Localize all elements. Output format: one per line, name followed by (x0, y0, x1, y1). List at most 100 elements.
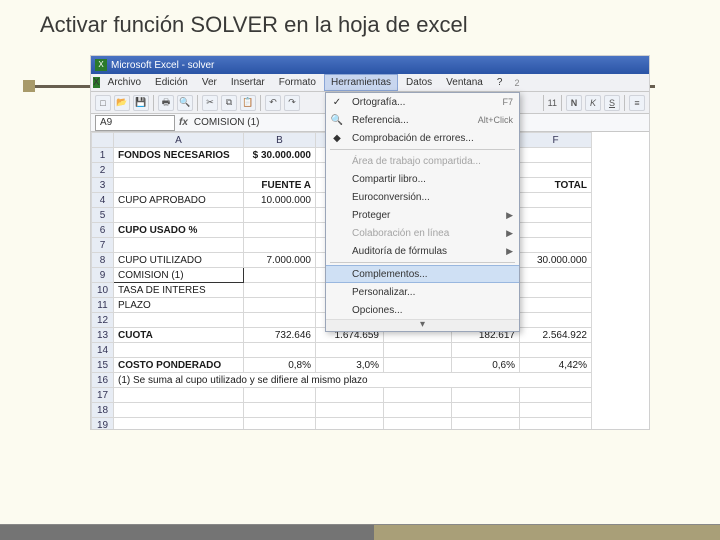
name-box[interactable]: A9 (95, 115, 175, 131)
cell[interactable] (520, 418, 592, 430)
save-icon[interactable]: 💾 (133, 95, 149, 111)
row-header[interactable]: 1 (92, 148, 114, 163)
menu-insertar[interactable]: Insertar (225, 75, 271, 90)
cell[interactable]: $ 30.000.000 (244, 148, 316, 163)
cell[interactable] (520, 313, 592, 328)
cell[interactable] (244, 208, 316, 223)
dd-referencia[interactable]: 🔍 Referencia... Alt+Click (326, 111, 519, 129)
menu-archivo[interactable]: Archivo (102, 75, 147, 90)
cell[interactable] (520, 238, 592, 253)
dd-euroconversion[interactable]: Euroconversión... (326, 188, 519, 206)
cell[interactable] (114, 163, 244, 178)
cell[interactable] (520, 388, 592, 403)
cell[interactable]: CUPO USADO % (114, 223, 244, 238)
copy-icon[interactable]: ⧉ (221, 95, 237, 111)
cell[interactable]: 0,6% (452, 358, 520, 373)
cell[interactable]: CUOTA (114, 328, 244, 343)
print-icon[interactable]: 🖶 (158, 95, 174, 111)
cell[interactable] (520, 268, 592, 283)
menu-herramientas[interactable]: Herramientas (324, 74, 398, 91)
cell[interactable] (520, 343, 592, 358)
cell[interactable] (114, 343, 244, 358)
row-header[interactable]: 5 (92, 208, 114, 223)
cell[interactable] (244, 313, 316, 328)
row-header[interactable]: 7 (92, 238, 114, 253)
menu-ventana[interactable]: Ventana (440, 75, 489, 90)
cell[interactable] (114, 388, 244, 403)
cell[interactable]: TASA DE INTERES (114, 283, 244, 298)
cell[interactable] (520, 403, 592, 418)
cell[interactable] (520, 163, 592, 178)
cell[interactable] (316, 388, 384, 403)
cell[interactable] (384, 358, 452, 373)
cell[interactable] (244, 283, 316, 298)
preview-icon[interactable]: 🔍 (177, 95, 193, 111)
cell[interactable] (244, 343, 316, 358)
cell[interactable] (114, 178, 244, 193)
col-header[interactable]: B (244, 133, 316, 148)
dd-ortografia[interactable]: ✓ Ortografía... F7 (326, 93, 519, 111)
dd-proteger[interactable]: Proteger ▶ (326, 206, 519, 224)
cell[interactable]: CUPO APROBADO (114, 193, 244, 208)
cell[interactable] (520, 283, 592, 298)
cell[interactable]: PLAZO (114, 298, 244, 313)
new-icon[interactable]: □ (95, 95, 111, 111)
cell[interactable]: 0,8% (244, 358, 316, 373)
cell[interactable] (114, 208, 244, 223)
cell[interactable]: 2.564.922 (520, 328, 592, 343)
cell[interactable]: 4,42% (520, 358, 592, 373)
cell[interactable] (114, 418, 244, 430)
row-header[interactable]: 17 (92, 388, 114, 403)
cell[interactable] (316, 343, 384, 358)
row-header[interactable]: 3 (92, 178, 114, 193)
dd-personalizar[interactable]: Personalizar... (326, 283, 519, 301)
cell[interactable] (244, 268, 316, 283)
row-header[interactable]: 18 (92, 403, 114, 418)
dd-expand-chevron[interactable]: ▾ (326, 319, 519, 331)
row-header[interactable]: 9 (92, 268, 114, 283)
row-header[interactable]: 2 (92, 163, 114, 178)
cell[interactable] (520, 148, 592, 163)
cell[interactable]: (1) Se suma al cupo utilizado y se difie… (114, 373, 592, 388)
cell[interactable] (244, 238, 316, 253)
redo-icon[interactable]: ↷ (284, 95, 300, 111)
dd-colaboracion[interactable]: Colaboración en línea ▶ (326, 224, 519, 242)
row-header[interactable]: 14 (92, 343, 114, 358)
cell[interactable]: 7.000.000 (244, 253, 316, 268)
cell[interactable] (244, 403, 316, 418)
menu-formato[interactable]: Formato (273, 75, 322, 90)
cell[interactable]: 732.646 (244, 328, 316, 343)
row-header[interactable]: 19 (92, 418, 114, 430)
dd-opciones[interactable]: Opciones... (326, 301, 519, 319)
open-icon[interactable]: 📂 (114, 95, 130, 111)
fx-icon[interactable]: fx (179, 117, 188, 128)
row-header[interactable]: 11 (92, 298, 114, 313)
select-all-corner[interactable] (92, 133, 114, 148)
cell[interactable] (452, 418, 520, 430)
menu-help[interactable]: ? (491, 75, 509, 90)
cell[interactable] (114, 313, 244, 328)
font-size-box[interactable]: 11 (548, 98, 557, 108)
align-button[interactable]: ≡ (629, 95, 645, 111)
dd-complementos[interactable]: Complementos... (326, 265, 519, 283)
cell[interactable]: FUENTE A (244, 178, 316, 193)
cell[interactable] (114, 403, 244, 418)
cell[interactable]: 30.000.000 (520, 253, 592, 268)
cell[interactable]: COSTO PONDERADO (114, 358, 244, 373)
cell[interactable] (452, 388, 520, 403)
row-header[interactable]: 4 (92, 193, 114, 208)
col-header[interactable]: F (520, 133, 592, 148)
cell[interactable] (244, 163, 316, 178)
formula-content[interactable]: COMISION (1) (194, 117, 260, 128)
cell[interactable]: COMISION (1) (114, 268, 244, 283)
row-header[interactable]: 6 (92, 223, 114, 238)
menu-ver[interactable]: Ver (196, 75, 223, 90)
cell[interactable]: TOTAL (520, 178, 592, 193)
cut-icon[interactable]: ✂ (202, 95, 218, 111)
dd-comprobacion-errores[interactable]: ◆ Comprobación de errores... (326, 129, 519, 147)
dd-area-trabajo[interactable]: Área de trabajo compartida... (326, 152, 519, 170)
paste-icon[interactable]: 📋 (240, 95, 256, 111)
dd-auditoria[interactable]: Auditoría de fórmulas ▶ (326, 242, 519, 260)
col-header[interactable]: A (114, 133, 244, 148)
cell[interactable] (316, 403, 384, 418)
